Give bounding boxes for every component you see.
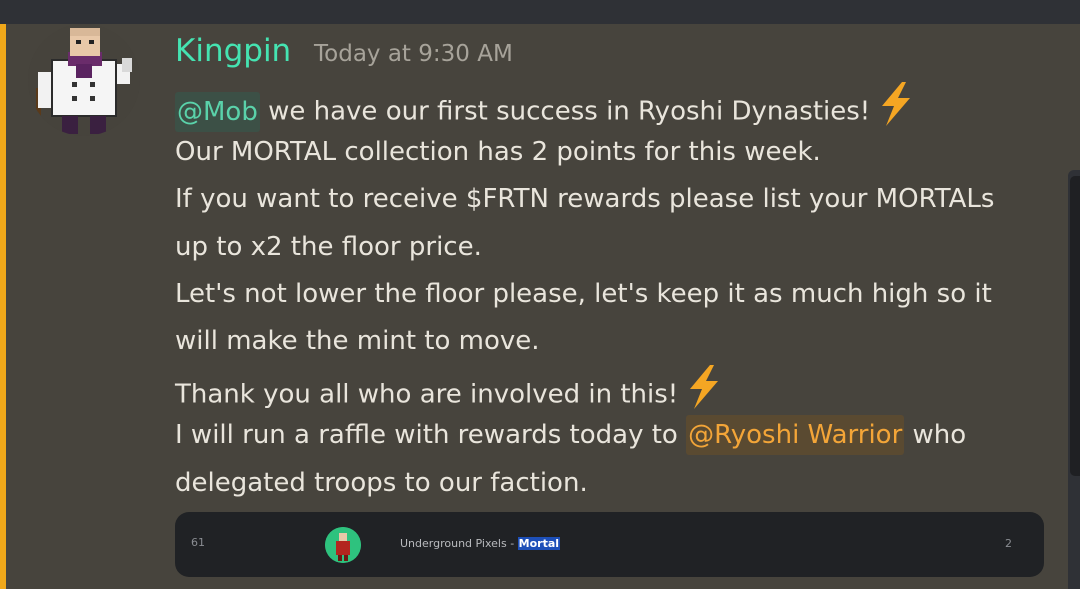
message-text: who (904, 420, 967, 451)
pixel-kingpin-avatar-icon (28, 24, 140, 136)
message-line: Our MORTAL collection has 2 points for t… (175, 137, 821, 168)
collection-avatar-icon (325, 527, 361, 563)
mention-ryoshi-warrior[interactable]: @Ryoshi Warrior (686, 415, 905, 456)
mention-mob[interactable]: @Mob (175, 91, 260, 132)
scrollbar-thumb[interactable] (1070, 176, 1080, 476)
message-timestamp[interactable]: Today at 9:30 AM (314, 38, 513, 70)
message-line: Let's not lower the floor please, let's … (175, 278, 992, 309)
message-line: I will run a raffle with rewards today t… (175, 412, 1065, 459)
message-text: I will run a raffle with rewards today t… (175, 420, 687, 451)
lightning-bolt-icon (876, 82, 914, 142)
message-line: @Mob we have our first success in Ryoshi… (175, 82, 1065, 132)
message-text: Thank you all who are involved in this! (175, 379, 679, 410)
message-line: delegated troops to our faction. (175, 467, 588, 498)
message-line: up to x2 the floor price. (175, 231, 482, 262)
message-line: Thank you all who are involved in this! (175, 365, 1065, 412)
avatar[interactable] (28, 24, 140, 136)
embed-title-prefix: Underground Pixels - (400, 537, 518, 550)
highlight-accent-bar (0, 24, 6, 589)
embed-count: 2 (1005, 537, 1012, 550)
message-line: will make the mint to move. (175, 325, 540, 356)
username[interactable]: Kingpin (175, 30, 291, 72)
embed-title-highlight: Mortal (517, 537, 561, 550)
embed-card[interactable]: 61 Underground Pixels - Mortal 2 (175, 512, 1044, 577)
message-text: we have our first success in Ryoshi Dyna… (259, 96, 871, 127)
message-line: If you want to receive $FRTN rewards ple… (175, 184, 995, 215)
embed-rank: 61 (191, 536, 205, 549)
top-bar (0, 0, 1080, 24)
embed-title: Underground Pixels - Mortal (400, 537, 561, 550)
message-content: @Mob we have our first success in Ryoshi… (175, 82, 1065, 507)
